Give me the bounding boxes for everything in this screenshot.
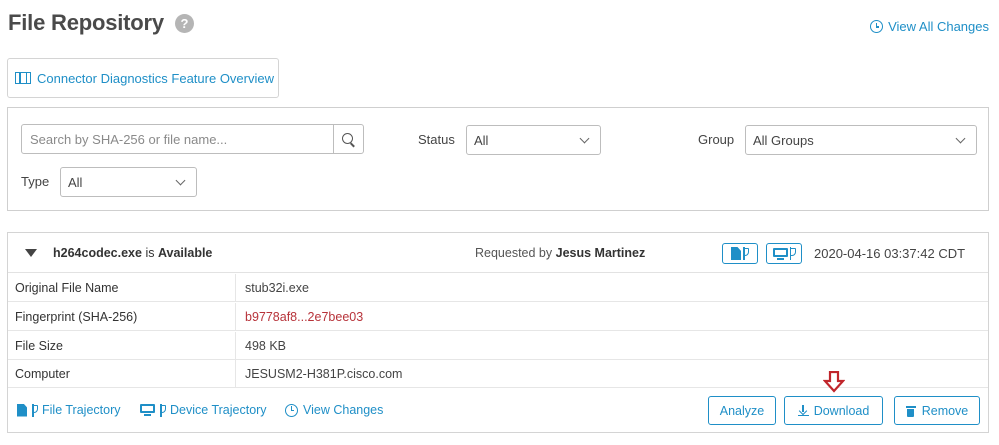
file-name: h264codec.exe	[53, 246, 142, 260]
trajectory-icon	[789, 247, 796, 260]
clock-icon	[285, 403, 298, 417]
requested-by-label: Requested by	[475, 246, 553, 260]
film-icon	[15, 72, 31, 84]
download-button[interactable]: Download	[784, 396, 883, 425]
detail-value: stub32i.exe	[245, 280, 309, 295]
file-icon	[731, 247, 741, 260]
feature-overview-button[interactable]: Connector Diagnostics Feature Overview	[7, 58, 279, 98]
type-select[interactable]: All	[60, 167, 197, 197]
chevron-down-icon	[955, 133, 966, 144]
chevron-down-icon	[175, 175, 186, 186]
view-all-changes-link[interactable]: View All Changes	[870, 19, 989, 34]
detail-value: 498 KB	[245, 338, 287, 353]
detail-label: Fingerprint (SHA-256)	[15, 309, 138, 324]
title-row: File Repository ?	[8, 10, 194, 36]
feature-overview-label: Connector Diagnostics Feature Overview	[37, 70, 274, 86]
file-title: h264codec.exe is Available	[53, 246, 212, 260]
trajectory-icon	[31, 403, 38, 417]
requester-name: Jesus Martinez	[555, 246, 646, 260]
search-placeholder: Search by SHA-256 or file name...	[30, 131, 228, 147]
detail-row: File Size 498 KB	[8, 332, 988, 360]
view-all-changes-label: View All Changes	[888, 19, 989, 34]
view-changes-link[interactable]: View Changes	[285, 403, 383, 417]
type-label: Type	[21, 174, 50, 189]
analyze-button[interactable]: Analyze	[708, 396, 776, 425]
help-icon[interactable]: ?	[174, 13, 194, 33]
trajectory-icon	[159, 403, 166, 417]
detail-row: Original File Name stub32i.exe	[8, 274, 988, 302]
file-header[interactable]: h264codec.exe is Available Requested by …	[8, 233, 988, 273]
analyze-label: Analyze	[719, 403, 765, 418]
trash-icon	[905, 405, 916, 417]
file-icon	[17, 403, 27, 417]
computer-icon	[772, 247, 788, 260]
computer-icon	[140, 404, 155, 416]
detail-row: Fingerprint (SHA-256) b9778af8...2e7bee0…	[8, 303, 988, 331]
group-select[interactable]: All Groups	[745, 125, 977, 155]
view-changes-label: View Changes	[303, 403, 384, 417]
file-trajectory-badge[interactable]	[722, 243, 758, 264]
chevron-down-icon	[579, 133, 590, 144]
filter-panel: Search by SHA-256 or file name... Status…	[7, 107, 989, 211]
trajectory-icon	[742, 247, 749, 260]
search-button[interactable]	[333, 124, 364, 154]
search-icon	[342, 132, 353, 144]
collapse-caret-icon[interactable]	[25, 249, 37, 257]
search-input[interactable]: Search by SHA-256 or file name...	[21, 124, 334, 154]
fingerprint-link[interactable]: b9778af8...2e7bee03	[245, 310, 363, 324]
group-label: Group	[698, 132, 735, 147]
type-value: All	[68, 174, 83, 190]
device-trajectory-badge[interactable]	[766, 243, 802, 264]
annotation-arrow-icon	[823, 371, 845, 393]
file-trajectory-link[interactable]: File Trajectory	[17, 403, 121, 417]
status-label: Status	[418, 132, 455, 147]
detail-label: Computer	[15, 366, 70, 381]
download-label: Download	[813, 403, 870, 418]
file-trajectory-label: File Trajectory	[42, 403, 121, 417]
detail-value: JESUSM2-H381P.cisco.com	[245, 366, 403, 381]
column-divider	[235, 332, 236, 359]
column-divider	[235, 303, 236, 330]
availability-status: Available	[157, 246, 213, 260]
group-value: All Groups	[753, 132, 814, 148]
device-trajectory-label: Device Trajectory	[170, 403, 267, 417]
remove-button[interactable]: Remove	[894, 396, 980, 425]
page-title: File Repository	[8, 10, 164, 35]
is-text: is	[145, 246, 155, 260]
detail-label: Original File Name	[15, 280, 119, 295]
requested-by: Requested by Jesus Martinez	[475, 246, 645, 260]
file-panel: h264codec.exe is Available Requested by …	[7, 232, 989, 433]
status-value: All	[474, 132, 489, 148]
column-divider	[235, 360, 236, 387]
clock-icon	[870, 20, 884, 33]
remove-label: Remove	[921, 403, 969, 418]
status-select[interactable]: All	[466, 125, 601, 155]
column-divider	[235, 274, 236, 301]
detail-label: File Size	[15, 338, 63, 353]
download-icon	[797, 404, 809, 417]
timestamp: 2020-04-16 03:37:42 CDT	[814, 246, 966, 261]
device-trajectory-link[interactable]: Device Trajectory	[140, 403, 267, 417]
